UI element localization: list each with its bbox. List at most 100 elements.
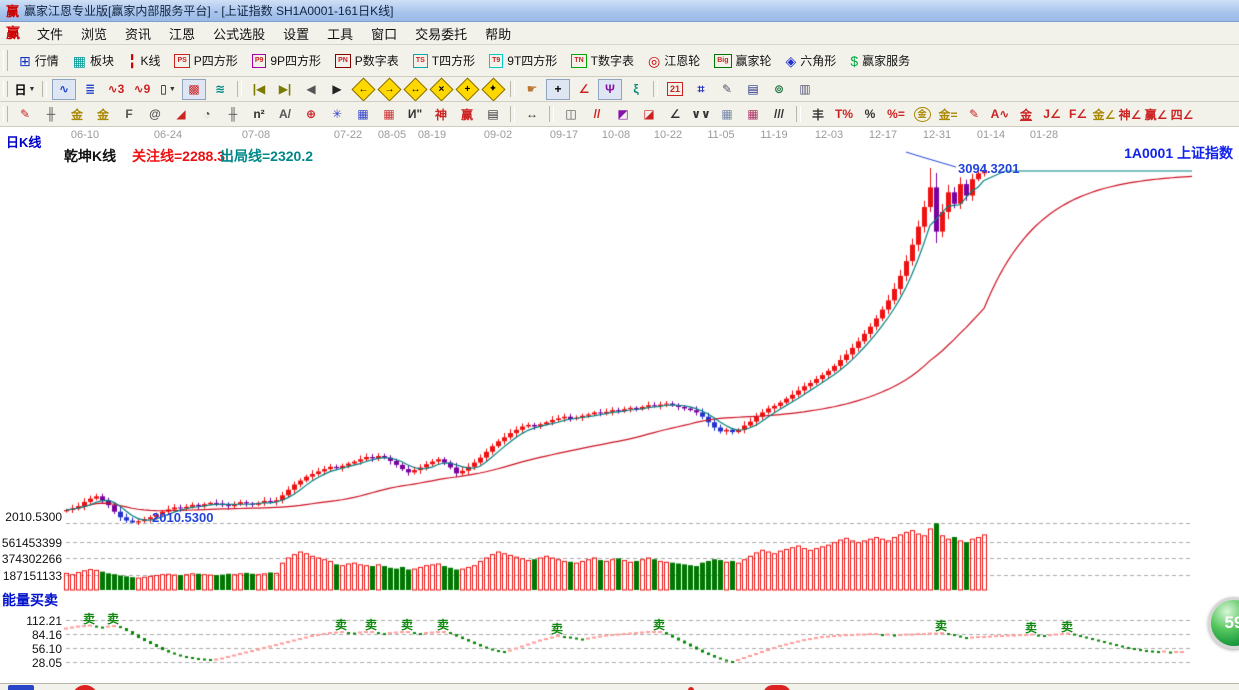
gold-underline-button[interactable]: 金: [1014, 104, 1038, 125]
menu-item-江恩[interactable]: 江恩: [160, 22, 204, 45]
grid-mix-button[interactable]: ▦: [741, 104, 765, 125]
columns-button[interactable]: 丰: [806, 104, 830, 125]
star-button[interactable]: ✳: [325, 104, 349, 125]
list-button[interactable]: ≣: [78, 79, 102, 100]
gold-rail1-button[interactable]: 金: [65, 104, 89, 125]
menu-item-浏览[interactable]: 浏览: [72, 22, 116, 45]
status-window-icon[interactable]: [8, 685, 34, 690]
first-page-button[interactable]: |◀: [247, 79, 271, 100]
menu-item-帮助[interactable]: 帮助: [476, 22, 520, 45]
qiankun-kline-button[interactable]: ▩: [182, 79, 206, 100]
fan-purple-button[interactable]: ◩: [611, 104, 635, 125]
spiral-button[interactable]: @: [143, 104, 167, 125]
draw-pencil-button[interactable]: ✎: [13, 104, 37, 125]
f-angle-button[interactable]: F∠: [1066, 104, 1090, 125]
measure-button[interactable]: ↔: [520, 104, 544, 125]
toolbar-button-t-square[interactable]: TST四方形: [406, 50, 482, 71]
wave-shape-button[interactable]: ξ: [624, 79, 648, 100]
toolbar-button-sectors[interactable]: ▦板块: [66, 50, 121, 71]
wave-valley-button[interactable]: ∨∨: [689, 104, 713, 125]
shen-angle-button[interactable]: 神∠: [1118, 104, 1142, 125]
period-day-button[interactable]: 日▼: [13, 79, 37, 100]
brush-red-button[interactable]: ✎: [962, 104, 986, 125]
reverse-button[interactable]: И": [403, 104, 427, 125]
gold-line-button[interactable]: 金=: [936, 104, 960, 125]
fit-all-button[interactable]: ✦: [481, 79, 505, 100]
gold-angle-button[interactable]: 金∠: [1092, 104, 1116, 125]
menu-item-资讯[interactable]: 资讯: [116, 22, 160, 45]
fan-box-button[interactable]: ◪: [637, 104, 661, 125]
expand-button[interactable]: +: [455, 79, 479, 100]
time-circle-button[interactable]: ◔: [195, 104, 219, 125]
rail-button[interactable]: ╫: [39, 104, 63, 125]
menu-item-交易委托[interactable]: 交易委托: [406, 22, 476, 45]
pc-button[interactable]: ▥: [793, 79, 817, 100]
menu-item-工具[interactable]: 工具: [318, 22, 362, 45]
f-rail-button[interactable]: F: [117, 104, 141, 125]
candle-style-button[interactable]: ▯▼: [156, 79, 180, 100]
ying-button[interactable]: 赢: [455, 104, 479, 125]
kline-chart-canvas[interactable]: [0, 127, 1239, 683]
toolbar-button-t-table[interactable]: TNT数字表: [564, 50, 641, 71]
wave-a-button[interactable]: A∿: [988, 104, 1012, 125]
calculator-button[interactable]: ⌗: [689, 79, 713, 100]
zoom-right-button[interactable]: →: [377, 79, 401, 100]
toolbar-button-p-table[interactable]: PNP数字表: [328, 50, 406, 71]
parallel-button[interactable]: A/: [273, 104, 297, 125]
percent-t-button[interactable]: T%: [832, 104, 856, 125]
rail2-button[interactable]: ╫: [221, 104, 245, 125]
slash3-button[interactable]: ///: [767, 104, 791, 125]
status-notify-icon[interactable]: [763, 685, 791, 690]
notes-button[interactable]: ✎: [715, 79, 739, 100]
hand-tool-button[interactable]: ☛: [520, 79, 544, 100]
zoom-left-button[interactable]: ←: [351, 79, 375, 100]
next-page-button[interactable]: ▶: [325, 79, 349, 100]
menu-item-公式选股[interactable]: 公式选股: [204, 22, 274, 45]
target-button[interactable]: ⊕: [299, 104, 323, 125]
gold-circle-button[interactable]: 金: [910, 104, 934, 125]
rays-button[interactable]: ∠: [663, 104, 687, 125]
volume-profile-button[interactable]: ≋: [208, 79, 232, 100]
box-button[interactable]: ◫: [559, 104, 583, 125]
calendar-button[interactable]: 21: [663, 79, 687, 100]
fan-red-button[interactable]: //: [585, 104, 609, 125]
toolbar-button-9t-square[interactable]: T99T四方形: [482, 50, 564, 71]
gold-rail2-button[interactable]: 金: [91, 104, 115, 125]
menu-item-窗口[interactable]: 窗口: [362, 22, 406, 45]
four-angle-button[interactable]: 四∠: [1170, 104, 1194, 125]
save-button[interactable]: ▤: [741, 79, 765, 100]
percent-line-button[interactable]: %=: [884, 104, 908, 125]
grid-red-button[interactable]: ▦: [377, 104, 401, 125]
window-titlebar[interactable]: 赢 赢家江恩专业版[赢家内部服务平台] - [上证指数 SH1A0001-161…: [0, 0, 1239, 22]
export-web-button[interactable]: ⊚: [767, 79, 791, 100]
ying-angle-button[interactable]: 赢∠: [1144, 104, 1168, 125]
menu-item-文件[interactable]: 文件: [28, 22, 72, 45]
gann-shape-button[interactable]: Ψ: [598, 79, 622, 100]
grid-blue-button[interactable]: ▦: [351, 104, 375, 125]
toolbar-button-kline[interactable]: ╏K线: [121, 50, 167, 71]
wave3-button[interactable]: ∿3: [104, 79, 128, 100]
percent-button[interactable]: %: [858, 104, 882, 125]
toolbar-button-9p-square[interactable]: P99P四方形: [245, 50, 328, 71]
qiankun-curve-button[interactable]: ∿: [52, 79, 76, 100]
j-angle-button[interactable]: J∠: [1040, 104, 1064, 125]
toolbar-button-p-square[interactable]: PSP四方形: [167, 50, 244, 71]
toolbar-button-hexagon[interactable]: ◈六角形: [779, 50, 844, 71]
prev-page-button[interactable]: ◀: [299, 79, 323, 100]
grid-gray-button[interactable]: ▦: [715, 104, 739, 125]
menu-item-设置[interactable]: 设置: [274, 22, 318, 45]
n2-button[interactable]: n²: [247, 104, 271, 125]
zoom-h-button[interactable]: ↔: [403, 79, 427, 100]
toolbar-button-quotes[interactable]: ⊞行情: [12, 50, 66, 71]
knife-button[interactable]: ◢: [169, 104, 193, 125]
status-alert-icon[interactable]: [72, 685, 98, 690]
last-page-button[interactable]: ▶|: [273, 79, 297, 100]
crosshair-tool-button[interactable]: +: [546, 79, 570, 100]
toolbar-button-gann-wheel[interactable]: ◎江恩轮: [641, 50, 707, 71]
compress-button[interactable]: ×: [429, 79, 453, 100]
table-button[interactable]: ▤: [481, 104, 505, 125]
angle-tool-button[interactable]: ∠: [572, 79, 596, 100]
wave9-button[interactable]: ∿9: [130, 79, 154, 100]
toolbar-button-winner-wheel[interactable]: Big赢家轮: [707, 50, 778, 71]
shen-button[interactable]: 神: [429, 104, 453, 125]
